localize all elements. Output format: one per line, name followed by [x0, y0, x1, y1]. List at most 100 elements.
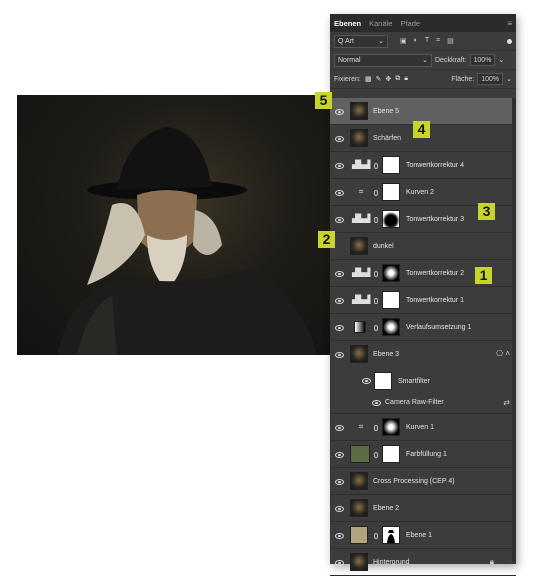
layer-mask-thumbnail[interactable] — [382, 418, 400, 436]
layer-name: Ebene 2 — [373, 505, 400, 512]
tab-ebenen[interactable]: Ebenen — [334, 19, 361, 28]
tab-kanaele[interactable]: Kanäle — [369, 19, 392, 28]
lock-label: Fixieren: — [334, 75, 361, 83]
lock-all-icon[interactable]: 🔒︎ — [404, 75, 408, 83]
fill-input[interactable]: 100% — [477, 73, 504, 85]
link-icon[interactable] — [374, 325, 378, 331]
panel-menu-icon[interactable]: ≡ — [507, 19, 512, 28]
smart-object-filter-icon[interactable]: ▤ — [447, 37, 454, 45]
visibility-eye-icon[interactable] — [335, 560, 344, 566]
smart-object-icon[interactable]: ⎔ ˄ — [496, 349, 510, 358]
camera-raw-filter-label: Camera Raw-Filter — [385, 399, 444, 406]
link-icon[interactable] — [374, 217, 378, 223]
tab-pfade[interactable]: Pfade — [400, 19, 420, 28]
visibility-eye-icon[interactable] — [335, 352, 344, 358]
layer-name: Tonwertkorrektur 1 — [406, 297, 464, 304]
layer-mask-thumbnail[interactable] — [382, 264, 400, 282]
blend-row: Normal ⌄ Deckkraft: 100% ⌄ — [330, 51, 516, 70]
visibility-eye-icon[interactable] — [335, 325, 344, 331]
visibility-eye-icon[interactable] — [335, 479, 344, 485]
lock-artboard-icon[interactable]: ⧉ — [395, 75, 400, 83]
lock-transparency-icon[interactable]: ▩ — [365, 75, 372, 83]
layer-row[interactable]: ⌗ Kurven 1 — [330, 414, 516, 441]
shape-filter-icon[interactable]: ⌗ — [436, 37, 440, 45]
layer-mask-thumbnail[interactable] — [382, 318, 400, 336]
portrait-photo — [17, 95, 330, 355]
visibility-eye-icon[interactable] — [335, 217, 344, 223]
link-icon[interactable] — [374, 425, 378, 431]
levels-icon: ▟▙▟ — [352, 160, 371, 169]
smartfilter-mask-thumbnail[interactable] — [374, 372, 392, 390]
visibility-eye-icon[interactable] — [372, 400, 381, 406]
layer-row[interactable]: Hintergrund 🔒︎ — [330, 549, 516, 576]
layer-name: Kurven 1 — [406, 424, 435, 431]
visibility-eye-icon[interactable] — [335, 533, 344, 539]
layers-scrollbar[interactable] — [512, 98, 516, 562]
blend-mode-value: Normal — [338, 56, 361, 64]
levels-icon: ▟▙▟ — [352, 295, 371, 304]
layer-thumbnail — [350, 102, 368, 120]
layer-mask-thumbnail[interactable] — [382, 156, 400, 174]
chevron-down-icon: ⌄ — [422, 57, 428, 64]
gradient-map-icon — [354, 321, 366, 333]
visibility-eye-icon[interactable] — [335, 452, 344, 458]
filter-toggle-icon[interactable] — [507, 38, 512, 44]
lock-row: Fixieren: ▩ ✎ ✥ ⧉ 🔒︎ Fläche: 100% ⌄ — [330, 70, 516, 89]
curves-icon: ⌗ — [358, 187, 364, 196]
layer-name: Ebene 1 — [406, 532, 433, 539]
layer-kind-select[interactable]: Q Art ⌄ — [334, 34, 388, 48]
smartfilter-row[interactable]: Smartfilter — [330, 368, 516, 394]
link-icon[interactable] — [374, 452, 378, 458]
layer-row[interactable]: dunkel — [330, 233, 516, 260]
layer-name: Ebene 3 — [373, 351, 400, 358]
filter-icons: ▣ ◐ T ⌗ ▤ — [400, 37, 454, 45]
visibility-eye-icon[interactable] — [335, 425, 344, 431]
layer-row[interactable]: Cross Processing (CEP 4) — [330, 468, 516, 495]
smartfilter-label: Smartfilter — [398, 378, 430, 385]
layer-row[interactable]: Ebene 3 ⎔ ˄ — [330, 341, 516, 368]
layer-mask-thumbnail[interactable] — [382, 210, 400, 228]
layer-row[interactable]: ▟▙▟ Tonwertkorrektur 1 — [330, 287, 516, 314]
filter-options-icon[interactable]: ⇄ — [503, 398, 510, 407]
layer-row[interactable]: Verlaufsumsetzung 1 — [330, 314, 516, 341]
pixel-filter-icon[interactable]: ▣ — [400, 37, 407, 45]
panel-tabs: Ebenen Kanäle Pfade ≡ — [330, 14, 516, 32]
type-filter-icon[interactable]: T — [425, 37, 429, 45]
layer-mask-thumbnail[interactable] — [382, 183, 400, 201]
visibility-eye-icon[interactable] — [335, 506, 344, 512]
visibility-eye-icon[interactable] — [335, 163, 344, 169]
link-icon[interactable] — [374, 271, 378, 277]
chevron-down-icon[interactable]: ⌄ — [506, 75, 512, 83]
levels-icon: ▟▙▟ — [352, 268, 371, 277]
link-icon[interactable] — [374, 298, 378, 304]
visibility-eye-icon[interactable] — [335, 109, 344, 115]
layer-row[interactable]: ▟▙▟ Tonwertkorrektur 4 — [330, 152, 516, 179]
chevron-down-icon[interactable]: ⌄ — [498, 56, 504, 64]
adjustment-filter-icon[interactable]: ◐ — [414, 37, 418, 45]
layer-row[interactable]: Farbfüllung 1 — [330, 441, 516, 468]
layer-row[interactable]: Ebene 2 — [330, 495, 516, 522]
lock-brush-icon[interactable]: ✎ — [375, 75, 381, 83]
link-icon[interactable] — [374, 533, 378, 539]
link-icon[interactable] — [374, 163, 378, 169]
layer-name: Kurven 2 — [406, 189, 435, 196]
layer-mask-thumbnail[interactable] — [382, 445, 400, 463]
visibility-eye-icon[interactable] — [335, 136, 344, 142]
camera-raw-filter-row[interactable]: Camera Raw-Filter ⇄ — [330, 394, 516, 414]
visibility-eye-icon[interactable] — [362, 378, 371, 384]
layer-mask-thumbnail[interactable] — [382, 526, 400, 544]
layer-thumbnail — [350, 499, 368, 517]
visibility-eye-icon[interactable] — [335, 271, 344, 277]
link-icon[interactable] — [374, 190, 378, 196]
blend-mode-select[interactable]: Normal ⌄ — [334, 53, 432, 67]
lock-icon: 🔒︎ — [489, 557, 494, 566]
layer-mask-thumbnail[interactable] — [382, 291, 400, 309]
opacity-input[interactable]: 100% — [469, 54, 496, 66]
annotation-badge-3: 3 — [478, 203, 495, 220]
visibility-eye-icon[interactable] — [335, 298, 344, 304]
layer-row[interactable]: Ebene 1 — [330, 522, 516, 549]
lock-move-icon[interactable]: ✥ — [385, 75, 391, 83]
visibility-eye-icon[interactable] — [335, 190, 344, 196]
layer-name: Verlaufsumsetzung 1 — [406, 324, 472, 331]
layer-row[interactable]: ⌗ Kurven 2 — [330, 179, 516, 206]
